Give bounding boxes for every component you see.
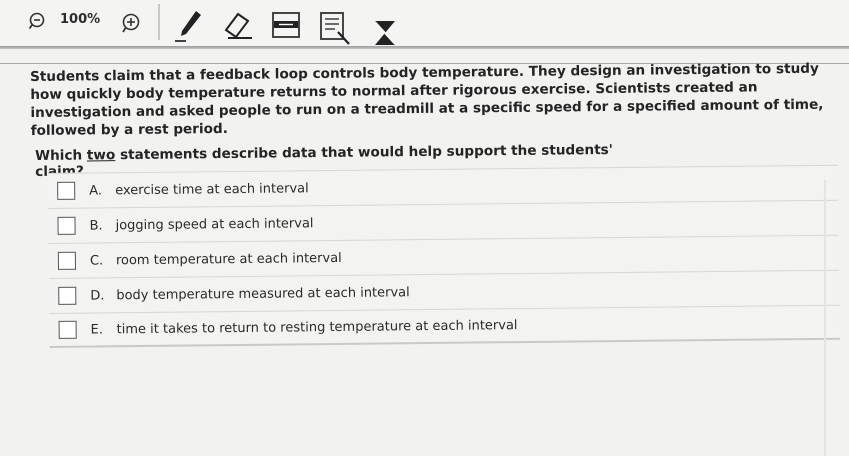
answer-options: A. exercise time at each interval B. jog… [48, 164, 840, 348]
pen-icon[interactable] [174, 8, 206, 44]
line-reader-icon[interactable] [270, 10, 304, 42]
question-prompt-emphasis: two [86, 147, 116, 164]
checkbox-c[interactable] [57, 251, 77, 270]
checkbox-e[interactable] [58, 320, 77, 339]
zoom-level: 100% [60, 12, 101, 27]
option-text: exercise time at each interval [115, 180, 309, 198]
option-letter: E. [90, 321, 104, 338]
toolbar-rule [0, 46, 849, 49]
content-edge [824, 180, 826, 456]
option-letter: A. [89, 182, 103, 199]
option-text: body temperature measured at each interv… [116, 284, 410, 303]
answer-masking-icon[interactable] [370, 18, 400, 48]
toolbar: 100% [0, 0, 849, 48]
option-text: room temperature at each interval [115, 250, 342, 268]
checkbox-d[interactable] [58, 286, 77, 305]
highlighter-icon[interactable] [318, 10, 352, 46]
zoom-in-icon[interactable] [121, 13, 141, 33]
zoom-out-icon[interactable] [28, 12, 46, 30]
answer-option-e[interactable]: E. time it takes to return to resting te… [49, 304, 840, 348]
toolbar-divider [158, 4, 160, 40]
question-stem: Students claim that a feedback loop cont… [30, 60, 824, 139]
option-letter: C. [89, 252, 104, 269]
checkbox-a[interactable] [57, 181, 76, 200]
option-letter: D. [90, 287, 105, 304]
option-letter: B. [89, 217, 103, 234]
eraser-icon[interactable] [220, 8, 254, 44]
option-text: jogging speed at each interval [115, 215, 314, 233]
checkbox-b[interactable] [57, 216, 76, 235]
question-prompt-before: Which [35, 147, 87, 164]
option-text: time it takes to return to resting tempe… [116, 317, 518, 337]
